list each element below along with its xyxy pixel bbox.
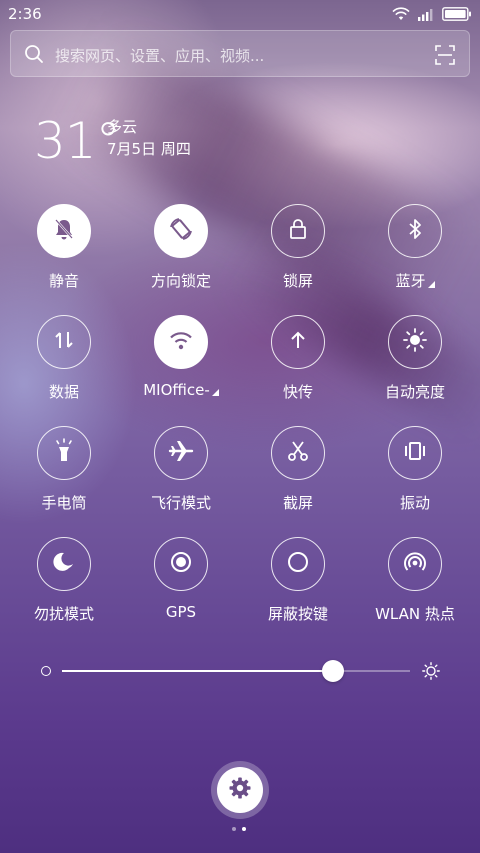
battery-icon — [442, 6, 472, 25]
toggle-circle[interactable] — [154, 315, 208, 369]
block-keys-icon — [286, 550, 310, 578]
toggle-flashlight[interactable]: 手电筒 — [9, 426, 119, 526]
toggle-quick-transfer[interactable]: 快传 — [243, 315, 353, 415]
status-time: 2:36 — [8, 5, 42, 23]
search-icon — [24, 44, 44, 68]
search-bar[interactable]: 搜索网页、设置、应用、视频... — [10, 30, 470, 77]
page-dot — [232, 827, 236, 831]
status-icons — [392, 6, 472, 25]
toggle-lock-screen[interactable]: 锁屏 — [243, 204, 353, 304]
toggle-circle[interactable] — [388, 537, 442, 591]
toggle-circle[interactable] — [154, 537, 208, 591]
toggle-block-keys[interactable]: 屏蔽按键 — [243, 537, 353, 637]
moon-icon — [52, 550, 76, 578]
toggle-label: 蓝牙 — [395, 272, 426, 290]
toggle-label: GPS — [165, 603, 197, 621]
hotspot-icon — [402, 549, 428, 579]
scan-icon[interactable] — [435, 45, 455, 69]
toggle-screenshot[interactable]: 截屏 — [243, 426, 353, 526]
toggle-circle[interactable] — [37, 426, 91, 480]
toggle-auto-brightness[interactable]: 自动亮度 — [360, 315, 470, 415]
mute-bell-icon — [51, 216, 77, 246]
gps-icon — [169, 550, 193, 578]
brightness-high-icon — [422, 662, 440, 684]
toggle-circle[interactable] — [388, 426, 442, 480]
toggle-circle[interactable] — [37, 315, 91, 369]
search-placeholder: 搜索网页、设置、应用、视频... — [55, 47, 265, 65]
toggle-circle[interactable] — [271, 204, 325, 258]
toggle-airplane-mode[interactable]: 飞行模式 — [126, 426, 236, 526]
toggle-circle[interactable] — [37, 204, 91, 258]
vibrate-icon — [403, 440, 427, 466]
brightness-track[interactable] — [62, 660, 410, 682]
toggle-circle[interactable] — [388, 315, 442, 369]
toggle-label: 勿扰模式 — [33, 605, 94, 623]
toggle-circle[interactable] — [388, 204, 442, 258]
upload-arrow-icon — [289, 330, 307, 354]
signal-icon — [418, 6, 434, 25]
toggle-label: 振动 — [399, 494, 430, 512]
toggle-circle[interactable] — [271, 426, 325, 480]
wifi-icon — [392, 6, 410, 25]
toggle-label: 方向锁定 — [150, 272, 211, 290]
toggle-mobile-data[interactable]: 数据 — [9, 315, 119, 415]
status-bar: 2:36 — [0, 0, 480, 28]
toggle-circle[interactable] — [37, 537, 91, 591]
toggle-circle[interactable] — [154, 426, 208, 480]
rotation-lock-icon — [167, 215, 195, 247]
toggle-wlan-hotspot[interactable]: WLAN 热点 — [360, 537, 470, 637]
settings-button-inner — [217, 767, 263, 813]
toggle-label: 飞行模式 — [150, 494, 211, 512]
toggle-label: MIOffice- — [143, 381, 210, 399]
brightness-slider[interactable] — [38, 658, 442, 684]
toggle-do-not-disturb[interactable]: 勿扰模式 — [9, 537, 119, 637]
more-indicator-icon — [427, 281, 435, 288]
brightness-low-icon — [41, 666, 51, 676]
page-indicator — [232, 827, 246, 831]
brightness-fill — [62, 670, 334, 672]
brightness-thumb[interactable] — [322, 660, 345, 682]
toggle-bluetooth[interactable]: 蓝牙 — [360, 204, 470, 304]
page-dot-active — [242, 827, 246, 831]
lock-icon — [288, 218, 308, 244]
weather-condition: 多云 — [107, 118, 138, 136]
wifi-icon — [167, 329, 195, 355]
toggle-gps[interactable]: GPS — [126, 537, 236, 637]
airplane-icon — [168, 438, 194, 468]
mobile-data-icon — [53, 329, 75, 355]
toggle-circle[interactable] — [154, 204, 208, 258]
toggle-label: 截屏 — [282, 494, 313, 512]
toggle-wifi[interactable]: MIOffice- — [126, 315, 236, 415]
toggle-label: 手电筒 — [41, 494, 87, 512]
flashlight-icon — [52, 438, 76, 468]
bluetooth-icon — [407, 217, 423, 245]
toggle-rotation-lock[interactable]: 方向锁定 — [126, 204, 236, 304]
toggle-mute[interactable]: 静音 — [9, 204, 119, 304]
toggle-label: 自动亮度 — [384, 383, 445, 401]
gear-icon — [228, 776, 252, 804]
toggle-label: WLAN 热点 — [375, 605, 455, 623]
toggle-label: 屏蔽按键 — [267, 605, 328, 623]
settings-button[interactable] — [211, 761, 269, 819]
more-indicator-icon — [211, 389, 219, 396]
toggle-label: 数据 — [48, 383, 79, 401]
toggle-label: 快传 — [282, 383, 313, 401]
scissors-icon — [286, 439, 310, 467]
toggle-vibrate[interactable]: 振动 — [360, 426, 470, 526]
auto-brightness-icon — [402, 327, 428, 357]
toggle-label: 锁屏 — [282, 272, 313, 290]
toggle-label: 静音 — [48, 272, 79, 290]
weather-date: 7月5日 周四 — [107, 140, 191, 158]
toggle-circle[interactable] — [271, 315, 325, 369]
toggle-circle[interactable] — [271, 537, 325, 591]
